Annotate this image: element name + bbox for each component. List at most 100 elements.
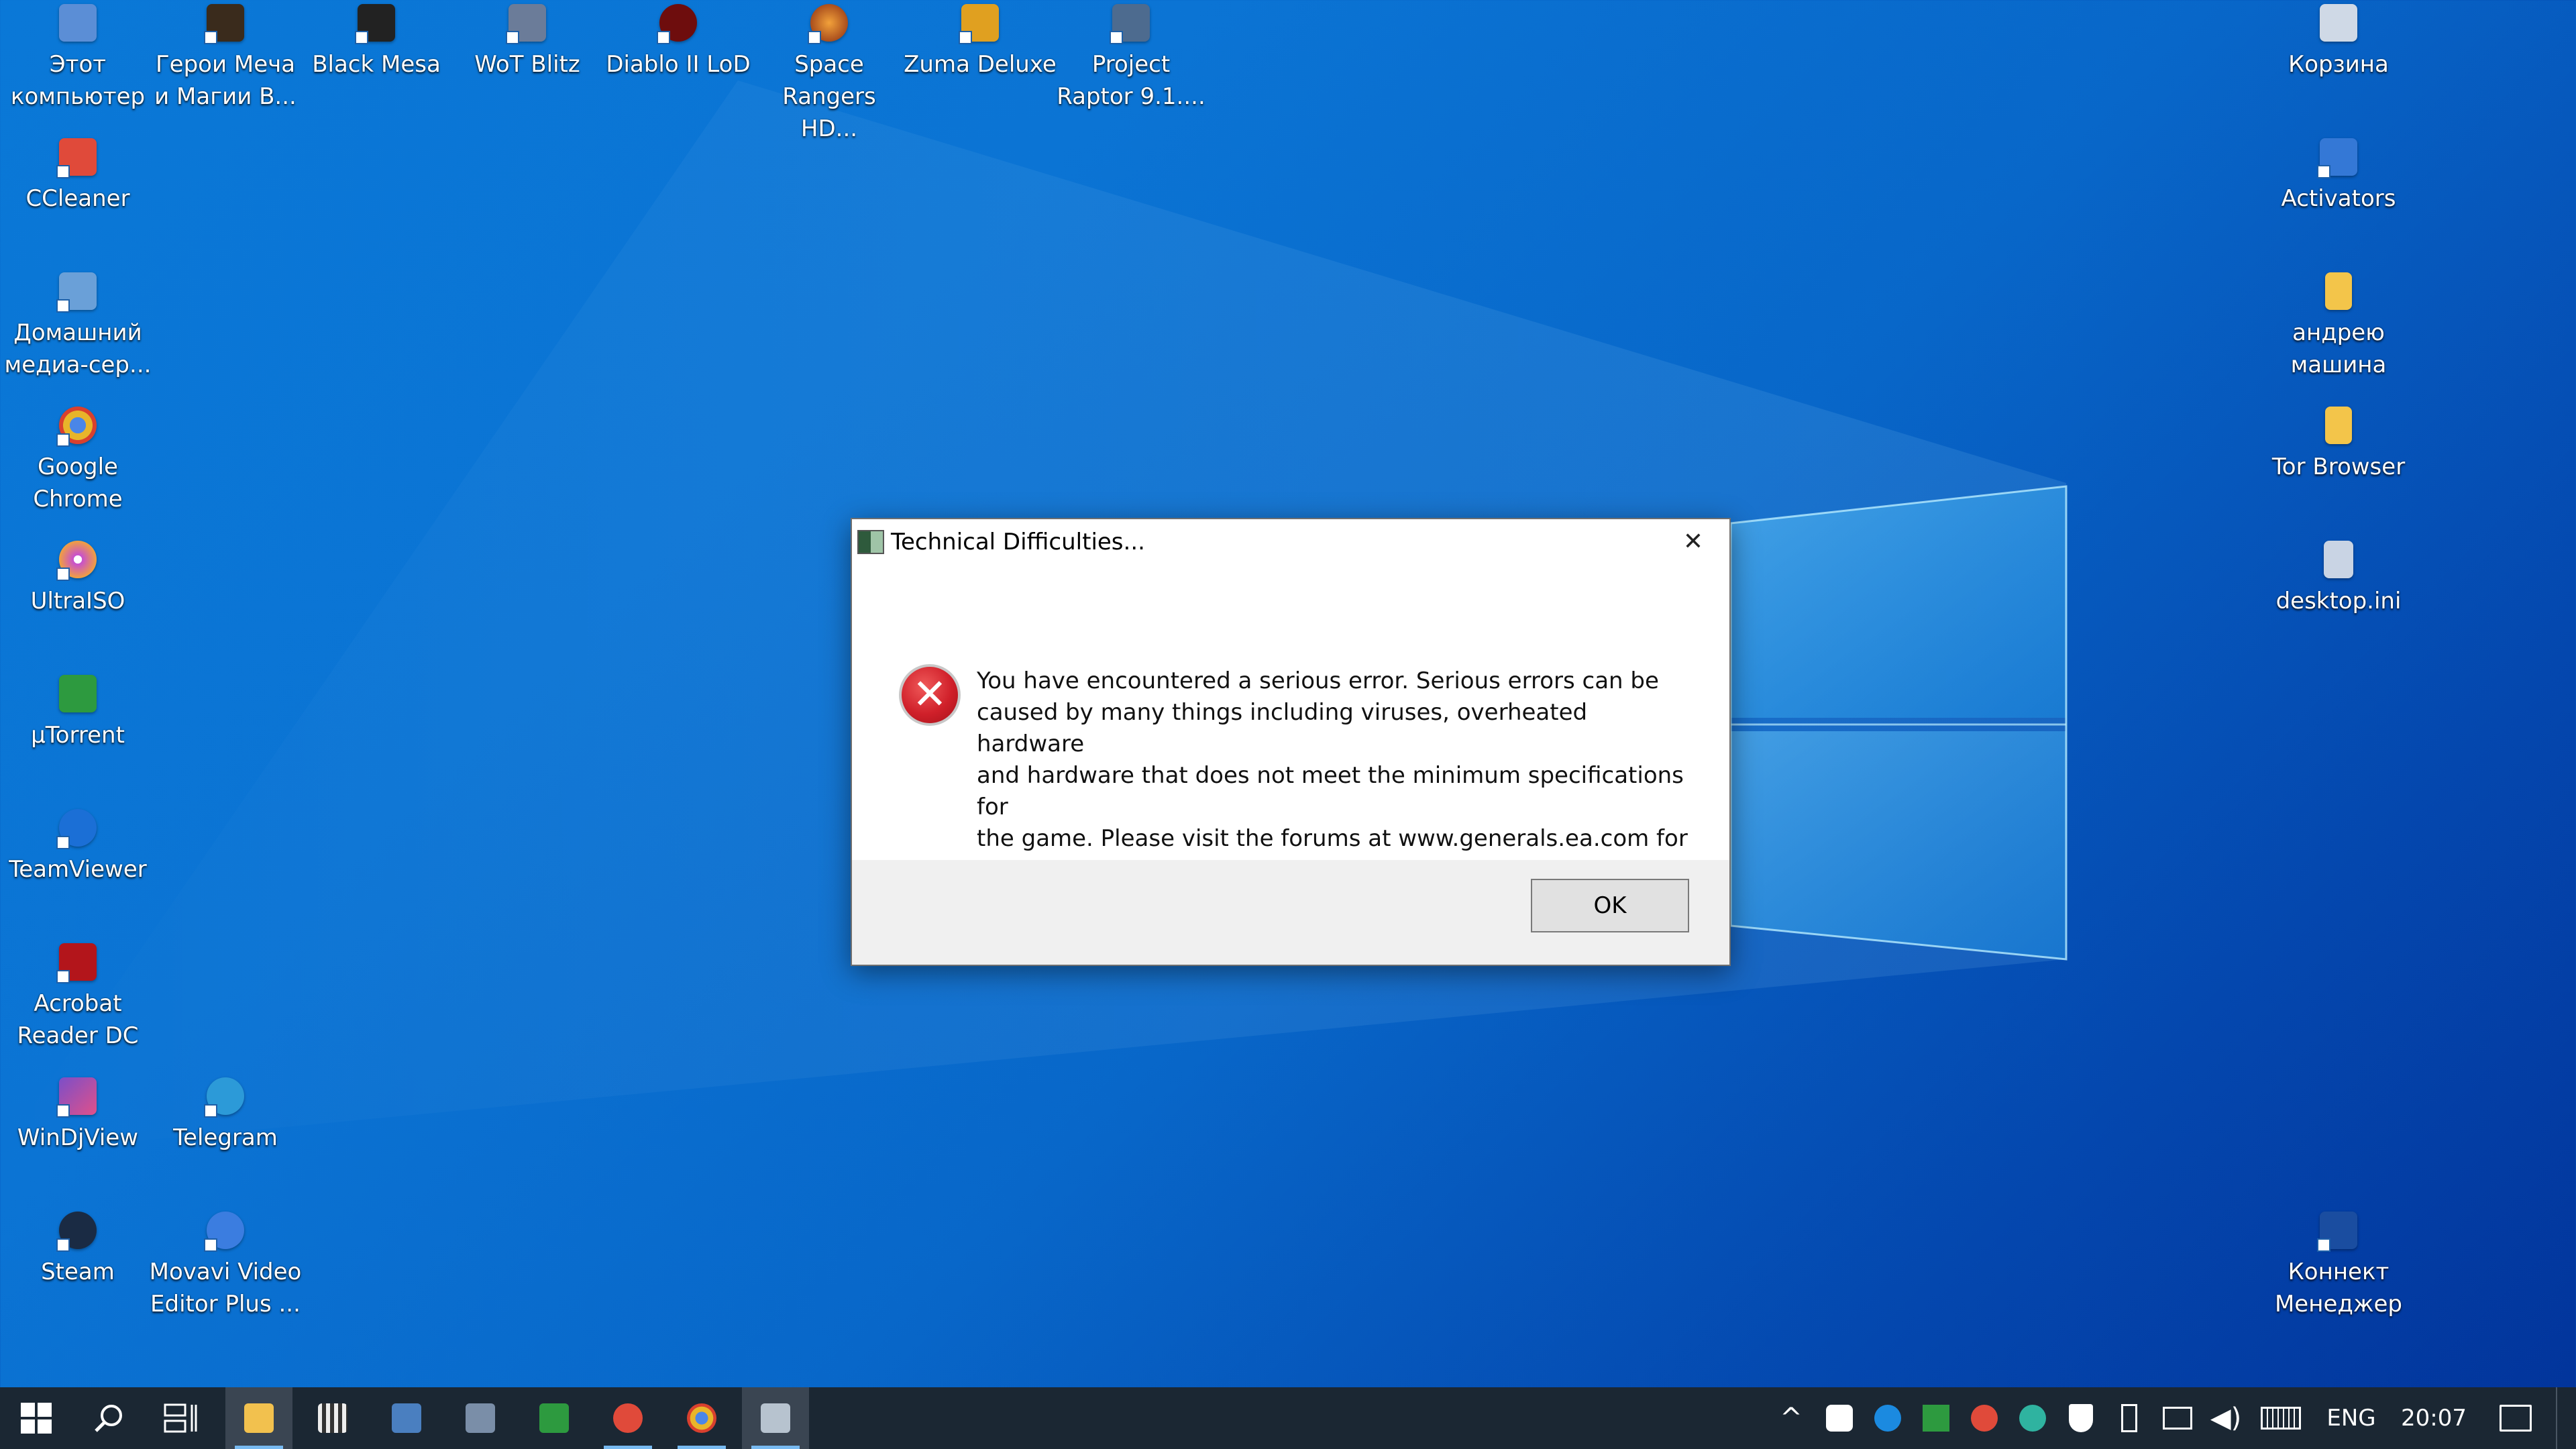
desktop-icon-tor-browser[interactable]: Tor Browser [2261, 402, 2416, 483]
desktop-icon-label: Корзина [2288, 51, 2389, 78]
shield-icon [1826, 1405, 1853, 1432]
desktop-icon-wot-blitz[interactable]: WoT Blitz [449, 0, 605, 80]
teamviewer-icon [1874, 1405, 1901, 1432]
dialog-body: ✕ You have encountered a serious error. … [852, 565, 1729, 947]
tray-touch-keyboard[interactable] [2254, 1387, 2308, 1449]
tray-utorrent[interactable] [1915, 1387, 1957, 1449]
tray-ccleaner[interactable] [1963, 1387, 2006, 1449]
action-center-button[interactable] [2482, 1387, 2549, 1449]
black-mesa-icon [355, 4, 395, 44]
taskbar: ^ ◀) ENG 20:07 [0, 1387, 2576, 1449]
ccleaner-icon [1971, 1405, 1998, 1432]
taskbar-paint[interactable] [373, 1387, 440, 1449]
ok-button[interactable]: OK [1531, 879, 1689, 932]
error-dialog: Technical Difficulties... ✕ ✕ You have e… [851, 518, 1731, 966]
taskbar-media-player[interactable] [299, 1387, 366, 1449]
start-button[interactable] [0, 1387, 72, 1449]
taskbar-chrome[interactable] [668, 1387, 735, 1449]
desktop-icon-steam[interactable]: Steam [0, 1208, 156, 1288]
utorrent-icon [59, 675, 97, 712]
desktop-icon-teamviewer[interactable]: TeamViewer [0, 805, 156, 885]
disc-icon [56, 541, 97, 581]
desktop-icon-telegram[interactable]: Telegram [148, 1073, 303, 1154]
error-icon: ✕ [899, 664, 961, 726]
ccleaner-icon [613, 1403, 643, 1433]
desktop-icon-ultraiso[interactable]: UltraISO [0, 537, 156, 617]
task-view-button[interactable] [148, 1387, 215, 1449]
dialog-footer: OK [852, 860, 1729, 965]
desktop-icon-label: TeamViewer [9, 856, 147, 883]
dialog-title-bar[interactable]: Technical Difficulties... ✕ [852, 519, 1729, 565]
desktop-icon-recycle-bin[interactable]: Корзина [2261, 0, 2416, 80]
tray-teamviewer[interactable] [1866, 1387, 1909, 1449]
taskbar-ccleaner[interactable] [594, 1387, 661, 1449]
desktop-icon-andreyu-mashina[interactable]: андрею машина [2261, 268, 2416, 381]
tray-language[interactable]: ENG [2314, 1387, 2388, 1449]
clock-time: 20:07 [2401, 1405, 2467, 1432]
task-view-icon [164, 1403, 197, 1433]
desktop-icon-project-raptor[interactable]: Project Raptor 9.1.... [1053, 0, 1209, 113]
windows-logo-icon [21, 1403, 52, 1434]
chevron-up-icon: ^ [1780, 1403, 1803, 1434]
desktop-icon-ccleaner[interactable]: CCleaner [0, 134, 156, 215]
security-shield-icon [2069, 1404, 2093, 1432]
desktop-icon-connect-manager[interactable]: Коннект Менеджер [2261, 1208, 2416, 1320]
tray-app-e[interactable] [2011, 1387, 2054, 1449]
desktop-icon-space-rangers[interactable]: Space Rangers HD... [751, 0, 907, 145]
desktop-icon-media-server[interactable]: Домашний медиа-сер... [0, 268, 156, 381]
tray-volume[interactable]: ◀) [2204, 1387, 2247, 1449]
desktop-icon-google-chrome[interactable]: Google Chrome [0, 402, 156, 515]
desktop-icon-label: Этот компьютер [10, 51, 146, 110]
desktop-icon-desktop-ini[interactable]: desktop.ini [2261, 537, 2416, 617]
show-desktop-button[interactable] [2556, 1387, 2576, 1449]
desktop-icon-label: Project Raptor 9.1.... [1057, 51, 1205, 110]
project-raptor-icon [1110, 4, 1150, 44]
folder-icon [2317, 138, 2357, 178]
heroes-game-icon [204, 4, 244, 44]
desktop-icon-movavi[interactable]: Movavi Video Editor Plus ... [148, 1208, 303, 1320]
desktop-icon-label: CCleaner [25, 185, 130, 212]
search-button[interactable] [75, 1387, 142, 1449]
tray-usb-device[interactable] [2108, 1387, 2151, 1449]
desktop-icon-label: андрею машина [2290, 319, 2387, 378]
desktop-icon-label: Black Mesa [312, 51, 441, 78]
media-server-icon [56, 272, 97, 313]
active-indicator [604, 1446, 652, 1449]
desktop-icon-label: µTorrent [31, 722, 125, 749]
desktop-icon-diablo[interactable]: Diablo II LoD [600, 0, 756, 80]
desktop-icon-utorrent[interactable]: µTorrent [0, 671, 156, 751]
desktop-icon-label: Герои Меча и Магии В... [154, 51, 297, 110]
app-window-icon [857, 530, 884, 554]
ccleaner-icon [56, 138, 97, 178]
desktop-icon-label: Zuma Deluxe [904, 51, 1057, 78]
desktop-icon-label: Домашний медиа-сер... [4, 319, 152, 378]
taskbar-utorrent[interactable] [521, 1387, 588, 1449]
desktop-icon-black-mesa[interactable]: Black Mesa [299, 0, 454, 80]
tray-clock[interactable]: 20:07 [2394, 1387, 2474, 1449]
connect-manager-icon [2317, 1212, 2357, 1252]
generals-game-icon [761, 1403, 790, 1433]
tray-shield-vpn[interactable] [1818, 1387, 1861, 1449]
monitor-icon [466, 1403, 495, 1433]
steam-icon [56, 1212, 97, 1252]
desktop-icon-activators[interactable]: Activators [2261, 134, 2416, 215]
tray-windows-security[interactable] [2059, 1387, 2102, 1449]
desktop-icon-zuma[interactable]: Zuma Deluxe [902, 0, 1058, 80]
desktop-icon-acrobat-reader[interactable]: Acrobat Reader DC [0, 939, 156, 1052]
taskbar-monitor-app[interactable] [447, 1387, 514, 1449]
desktop-icon-windjview[interactable]: WinDjView [0, 1073, 156, 1154]
taskbar-game-generals[interactable] [742, 1387, 809, 1449]
app-e-icon [2019, 1405, 2046, 1432]
desktop-icon-label: Google Chrome [33, 453, 123, 513]
tray-network[interactable] [2156, 1387, 2199, 1449]
wot-blitz-icon [506, 4, 546, 44]
show-hidden-icons-button[interactable]: ^ [1771, 1387, 1811, 1449]
desktop-icon-label: Diablo II LoD [606, 51, 751, 78]
close-button[interactable]: ✕ [1680, 529, 1707, 555]
desktop-icon-heroes[interactable]: Герои Меча и Магии В... [148, 0, 303, 113]
desktop-icon-this-pc[interactable]: Этот компьютер [0, 0, 156, 113]
desktop-icon-label: Steam [41, 1258, 115, 1285]
taskbar-file-explorer[interactable] [225, 1387, 292, 1449]
speaker-icon: ◀) [2210, 1403, 2242, 1434]
windjview-icon [56, 1077, 97, 1118]
